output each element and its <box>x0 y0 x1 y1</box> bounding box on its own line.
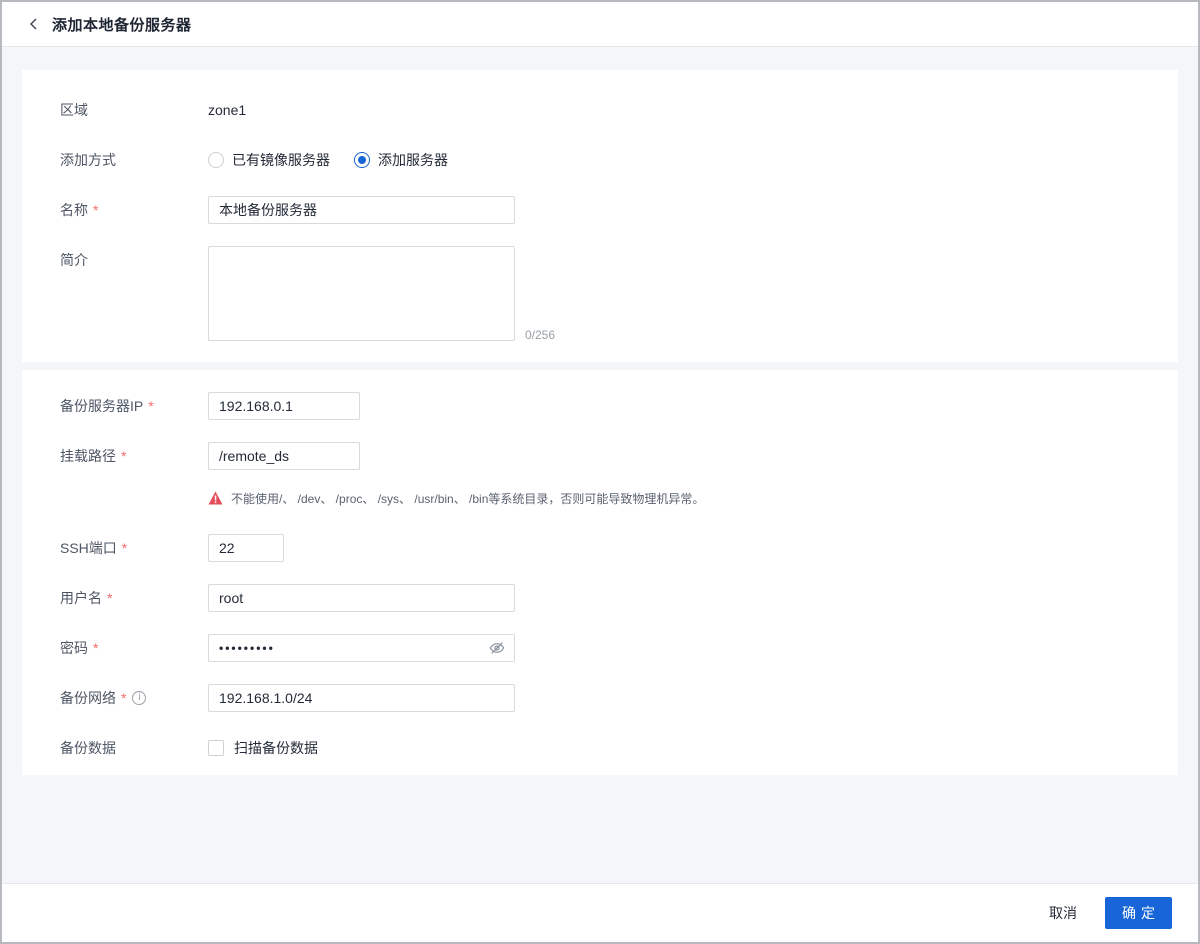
basic-info-card: 区域 zone1 添加方式 已有镜像服务器 添加服务器 名称 * 本地备份服务器… <box>22 70 1178 362</box>
name-input[interactable] <box>208 196 515 224</box>
ssh-port-label: SSH端口 * <box>60 534 208 562</box>
mount-path-input[interactable] <box>208 442 360 470</box>
eye-slash-icon[interactable] <box>489 640 505 656</box>
back-icon[interactable] <box>26 16 42 32</box>
username-label: 用户名 * <box>60 584 208 612</box>
username-row: 用户名 * <box>60 584 1140 612</box>
server-ip-label: 备份服务器IP * <box>60 392 208 420</box>
required-asterisk: * <box>121 540 128 556</box>
required-asterisk: * <box>93 640 99 656</box>
add-local-backup-server-page: 添加本地备份服务器 区域 zone1 添加方式 已有镜像服务器 添加服务器 名称… <box>0 0 1200 944</box>
mount-path-label: 挂载路径 * <box>60 442 208 470</box>
mount-path-warning-text: 不能使用/、 /dev、 /proc、 /sys、 /usr/bin、 /bin… <box>231 491 705 506</box>
backup-data-row: 备份数据 扫描备份数据 <box>60 734 1140 762</box>
radio-existing-image-server[interactable]: 已有镜像服务器 <box>208 150 330 170</box>
zone-value: zone1 <box>208 102 247 118</box>
page-footer: 取消 确定 <box>2 883 1198 942</box>
required-asterisk: * <box>121 448 127 464</box>
checkbox-box[interactable] <box>208 740 224 756</box>
name-label: 名称 * <box>60 196 208 224</box>
required-asterisk: * <box>107 590 113 606</box>
server-config-card: 备份服务器IP * 挂载路径 * <box>22 370 1178 775</box>
backup-network-row: 备份网络 * i <box>60 684 1140 712</box>
info-icon[interactable]: i <box>132 691 147 705</box>
zone-row: 区域 zone1 <box>60 96 1140 124</box>
radio-add-server[interactable]: 添加服务器 <box>354 150 448 170</box>
page-body: 区域 zone1 添加方式 已有镜像服务器 添加服务器 名称 * 本地备份服务器… <box>2 47 1198 883</box>
page-title: 添加本地备份服务器 <box>52 16 192 34</box>
char-counter: 0/256 <box>525 328 556 342</box>
add-mode-row: 添加方式 已有镜像服务器 添加服务器 <box>60 146 1140 174</box>
radio-circle-unselected[interactable] <box>208 152 224 168</box>
password-input[interactable] <box>208 634 515 662</box>
description-row: 简介 0/256 <box>60 246 1140 346</box>
add-mode-label: 添加方式 <box>60 152 116 168</box>
page-header: 添加本地备份服务器 <box>2 2 1198 47</box>
server-ip-row: 备份服务器IP * <box>60 392 1140 420</box>
required-asterisk: * <box>121 690 127 706</box>
required-asterisk: * <box>93 202 99 218</box>
scan-backup-data-checkbox[interactable]: 扫描备份数据 <box>208 738 318 758</box>
cancel-button[interactable]: 取消 <box>1049 903 1077 923</box>
ssh-port-row: SSH端口 * <box>60 534 1140 562</box>
mount-path-row: 挂载路径 * <box>60 442 1140 470</box>
server-ip-input[interactable] <box>208 392 360 420</box>
name-row: 名称 * <box>60 196 1140 224</box>
description-label: 简介 <box>60 252 88 268</box>
radio-circle-selected[interactable] <box>354 152 370 168</box>
zone-label: 区域 <box>60 102 88 118</box>
description-textarea[interactable] <box>208 246 515 341</box>
required-asterisk: * <box>148 398 154 414</box>
password-label: 密码 * <box>60 634 208 662</box>
backup-network-label: 备份网络 * i <box>60 684 208 712</box>
confirm-button[interactable]: 确定 <box>1105 897 1172 929</box>
password-row: 密码 * <box>60 634 1140 662</box>
backup-network-input[interactable] <box>208 684 515 712</box>
backup-data-label: 备份数据 <box>60 740 116 756</box>
warning-triangle-icon <box>208 491 223 505</box>
mount-path-warning-row: 不能使用/、 /dev、 /proc、 /sys、 /usr/bin、 /bin… <box>60 484 1140 512</box>
username-input[interactable] <box>208 584 515 612</box>
ssh-port-input[interactable] <box>208 534 284 562</box>
